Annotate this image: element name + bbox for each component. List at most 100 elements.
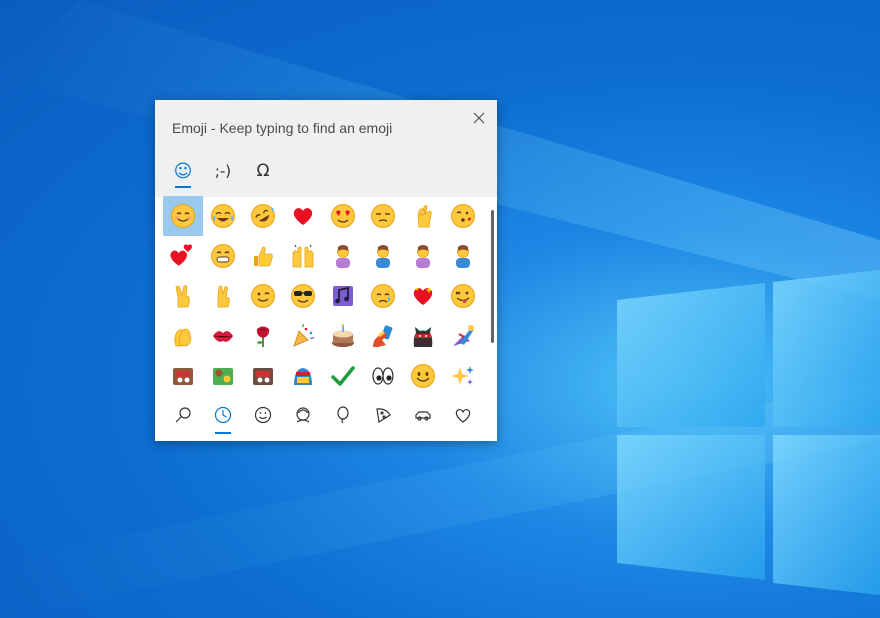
tab-kaomoji-label: ;-) <box>214 162 232 180</box>
emoji-smiling-face-blush[interactable] <box>163 196 203 236</box>
emoji-check-mark[interactable] <box>323 356 363 396</box>
emoji-grinning-teeth[interactable] <box>203 236 243 276</box>
emoji-unamused[interactable] <box>363 196 403 236</box>
ok-hand-icon <box>417 205 432 228</box>
emoji-raising-hands[interactable] <box>283 236 323 276</box>
emoji-tongue-face[interactable] <box>443 276 483 316</box>
emoji-facepalm-man[interactable] <box>363 236 403 276</box>
nav-tab-celebrations[interactable] <box>323 396 363 434</box>
tab-symbols[interactable]: Ω <box>243 154 283 188</box>
nav-tab-travel[interactable] <box>403 396 443 434</box>
emoji-two-hearts[interactable] <box>163 236 203 276</box>
tab-kaomoji[interactable]: ;-) <box>203 154 243 188</box>
emoji-kiss-mark[interactable] <box>203 316 243 356</box>
category-nav <box>163 396 483 436</box>
check-mark-icon <box>331 366 355 386</box>
heart-icon <box>455 409 471 423</box>
close-icon <box>473 112 485 124</box>
emoji-birthday-cake[interactable] <box>323 316 363 356</box>
emoji-party-popper[interactable] <box>283 316 323 356</box>
emoji-crossed-fingers[interactable] <box>203 276 243 316</box>
party-popper-icon <box>293 323 315 347</box>
emoji-sparkling-heart[interactable] <box>403 276 443 316</box>
nav-tab-recent[interactable] <box>203 396 243 434</box>
tab-emoji[interactable]: ☺ <box>163 154 203 188</box>
tears-of-joy-icon <box>211 204 235 228</box>
emoji-shrug-man[interactable] <box>443 236 483 276</box>
nav-tab-people[interactable] <box>283 396 323 434</box>
sparkles-icon <box>451 366 474 385</box>
emoji-red-heart[interactable] <box>283 196 323 236</box>
emoji-sticker-1[interactable] <box>163 356 203 396</box>
emoji-winking-face[interactable] <box>243 276 283 316</box>
kissing-face-icon <box>451 204 475 228</box>
emoji-shrug-woman[interactable] <box>403 236 443 276</box>
shrug-man-icon <box>456 245 470 268</box>
nav-tab-smileys[interactable] <box>243 396 283 434</box>
emoji-ninja-cat[interactable] <box>403 316 443 356</box>
selfie-icon <box>373 325 393 347</box>
emoji-heart-eyes[interactable] <box>323 196 363 236</box>
picker-header: Emoji - Keep typing to find an emoji ☺ ;… <box>155 100 497 197</box>
emoji-sticker-2[interactable] <box>203 356 243 396</box>
red-heart-icon <box>293 208 313 225</box>
emoji-sparkles[interactable] <box>443 356 483 396</box>
emoji-victory-hand[interactable] <box>163 276 203 316</box>
kiss-mark-icon <box>213 331 233 342</box>
nav-tab-food[interactable] <box>363 396 403 434</box>
active-indicator <box>215 432 231 434</box>
picker-title: Emoji - Keep typing to find an emoji <box>172 120 393 136</box>
emoji-eyes[interactable] <box>363 356 403 396</box>
emoji-kissing-face[interactable] <box>443 196 483 236</box>
emoji-crying-face[interactable] <box>363 276 403 316</box>
eyes-icon <box>372 367 394 385</box>
emoji-tears-of-joy[interactable] <box>203 196 243 236</box>
emoji-sticker-4[interactable] <box>283 356 323 396</box>
two-hearts-icon <box>170 244 192 266</box>
crying-face-icon <box>371 284 395 308</box>
thumbs-up-icon <box>254 246 273 267</box>
emoji-superhero[interactable] <box>443 316 483 356</box>
emoji-sunglasses-face[interactable] <box>283 276 323 316</box>
winking-face-icon <box>251 284 275 308</box>
musical-notes-icon <box>333 286 353 306</box>
emoji-ok-hand[interactable] <box>403 196 443 236</box>
emoji-picker-panel: Emoji - Keep typing to find an emoji ☺ ;… <box>155 100 497 441</box>
emoji-sticker-3[interactable] <box>243 356 283 396</box>
emoji-rolling-laughing[interactable] <box>243 196 283 236</box>
heart-eyes-icon <box>331 204 355 228</box>
emoji-grid <box>163 196 483 396</box>
unamused-icon <box>371 204 395 228</box>
close-button[interactable] <box>467 106 491 130</box>
emoji-musical-notes[interactable] <box>323 276 363 316</box>
birthday-cake-icon <box>332 323 354 347</box>
emoji-selfie[interactable] <box>363 316 403 356</box>
emoji-clapping-hands[interactable] <box>163 316 203 356</box>
superhero-icon <box>453 325 474 346</box>
search-icon <box>175 407 191 423</box>
emoji-facepalm-woman[interactable] <box>323 236 363 276</box>
nav-tab-search[interactable] <box>163 396 203 434</box>
sticker-3-icon <box>253 368 273 385</box>
sticker-4-icon <box>294 368 312 385</box>
smiling-face-blush-icon <box>171 204 195 228</box>
smiley-icon <box>254 406 272 424</box>
clock-icon <box>214 406 232 424</box>
scrollbar[interactable] <box>491 210 494 343</box>
victory-hand-icon <box>175 285 190 308</box>
grinning-teeth-icon <box>211 244 235 268</box>
pizza-icon <box>376 408 391 423</box>
emoji-thumbs-up[interactable] <box>243 236 283 276</box>
shrug-woman-icon <box>416 245 430 268</box>
emoji-rose[interactable] <box>243 316 283 356</box>
sticker-1-icon <box>173 368 193 385</box>
tab-emoji-label: ☺ <box>173 160 193 182</box>
nav-tab-symbols[interactable] <box>443 396 483 434</box>
crossed-fingers-icon <box>217 285 230 308</box>
tongue-face-icon <box>451 284 475 308</box>
balloon-icon <box>337 406 349 424</box>
rose-icon <box>256 326 270 347</box>
facepalm-woman-icon <box>336 245 350 268</box>
ninja-cat-icon <box>413 327 433 347</box>
emoji-smiley-face[interactable] <box>403 356 443 396</box>
